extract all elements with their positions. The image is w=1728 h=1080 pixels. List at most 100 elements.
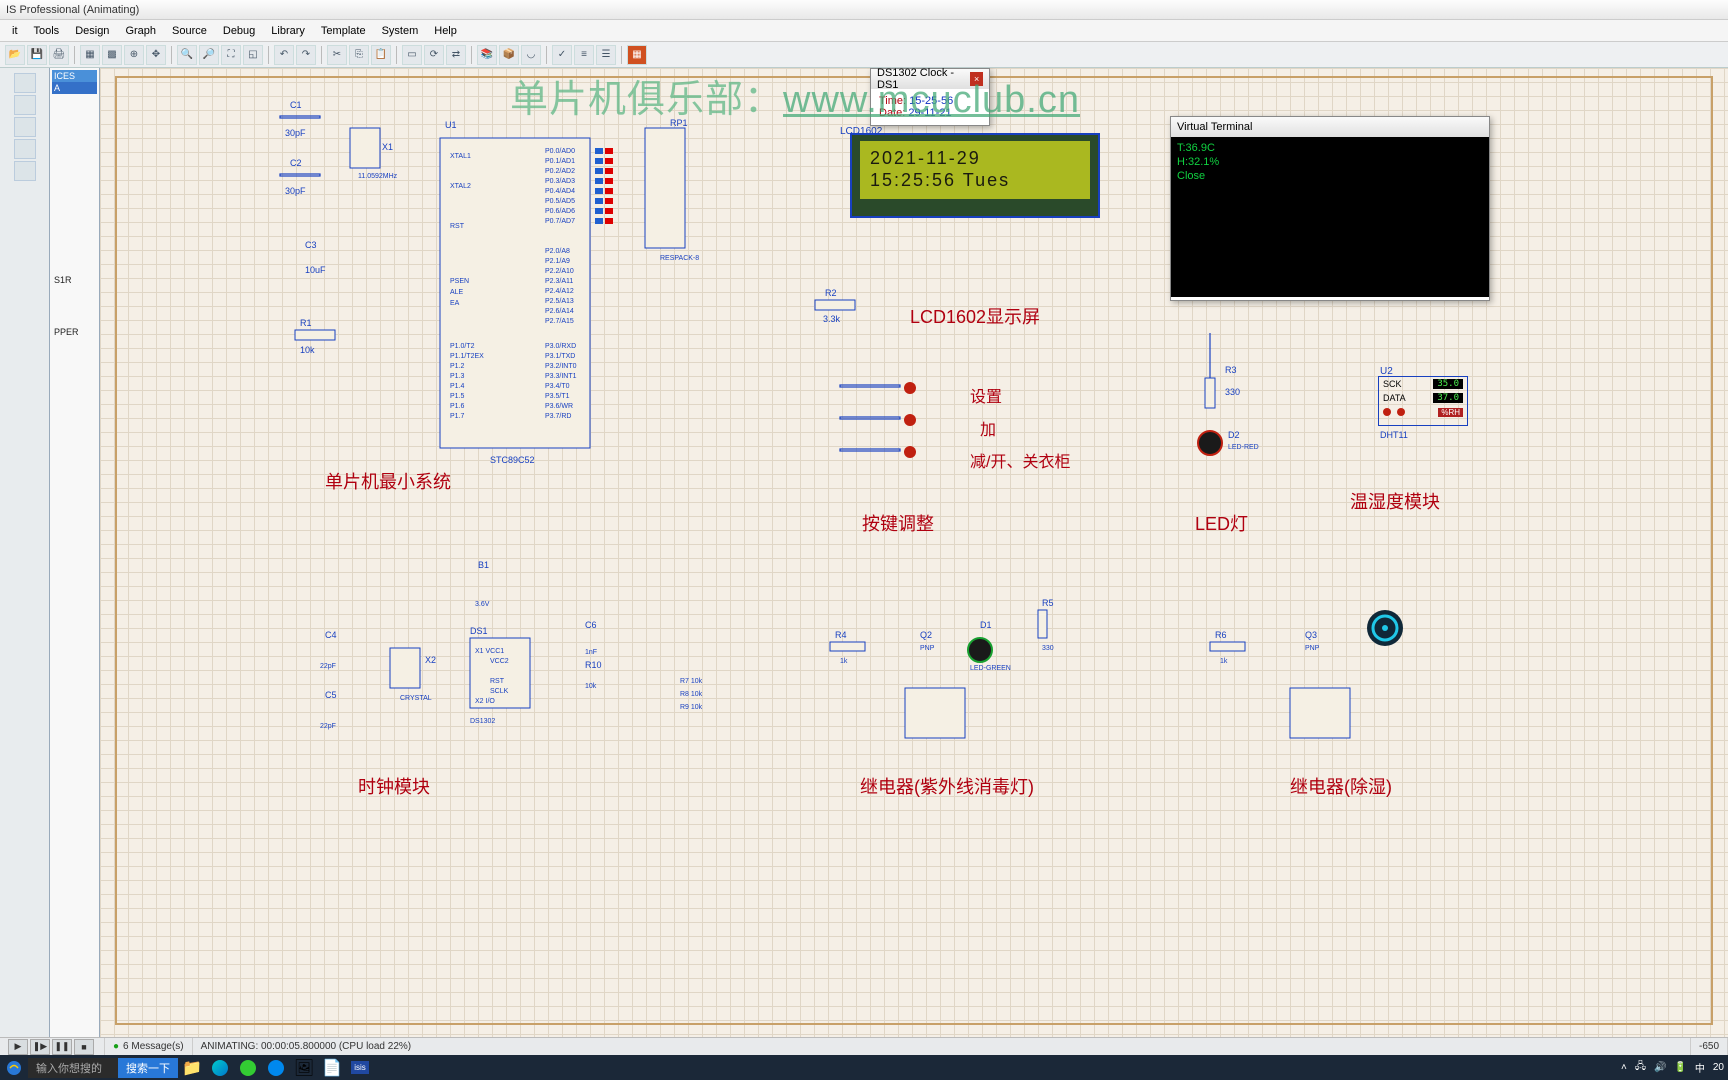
svg-text:DS1302: DS1302 [470,718,495,725]
svg-text:P3.3/INT1: P3.3/INT1 [545,373,577,380]
tray-vol-icon[interactable]: 🔊 [1654,1062,1666,1073]
tool-block-icon[interactable]: ▭ [402,45,422,65]
device-item[interactable]: S1R [52,274,97,286]
edge-icon[interactable] [206,1055,234,1080]
svg-text:1k: 1k [840,658,848,665]
app2-icon[interactable]: 🖼 [290,1055,318,1080]
tool-pan-icon[interactable]: ✥ [146,45,166,65]
menu-it[interactable]: it [4,25,26,37]
search-button[interactable]: 搜索一下 [118,1058,178,1078]
svg-text:1k: 1k [1220,658,1228,665]
tool-pcb-icon[interactable]: ▦ [627,45,647,65]
tool-pkg-icon[interactable]: 📦 [499,45,519,65]
lcd1602-component[interactable]: 2021-11-29 15:25:56 Tues [850,133,1100,218]
label-set: 设置 [970,383,1002,407]
status-messages[interactable]: ●6 Message(s) [105,1038,193,1055]
svg-text:30pF: 30pF [285,128,306,138]
svg-text:P0.1/AD1: P0.1/AD1 [545,158,575,165]
tool-bom-icon[interactable]: ☰ [596,45,616,65]
tool-mirror-icon[interactable]: ⇄ [446,45,466,65]
svg-text:330: 330 [1042,645,1054,652]
tool-gridfine-icon[interactable]: ▩ [102,45,122,65]
mode-junction[interactable] [14,117,36,137]
svg-text:3.3k: 3.3k [823,314,841,324]
menu-library[interactable]: Library [263,25,313,37]
tray-up-icon[interactable]: ˄ [1621,1062,1627,1073]
relay1-schematic: R4 1k Q2 PNP D1 LED-GREEN R5 330 [690,538,1090,778]
schematic-canvas[interactable]: 单片机俱乐部：www.mcuclub.cn C1 30pF C2 30pF X1… [100,68,1728,1040]
svg-text:P0.0/AD0: P0.0/AD0 [545,148,575,155]
tool-zoomsel-icon[interactable]: ◱ [243,45,263,65]
lcd-line2: 15:25:56 Tues [870,169,1080,191]
explorer-icon[interactable]: 📁 [178,1055,206,1080]
isis-icon[interactable]: isis [346,1055,374,1080]
svg-text:P2.5/A13: P2.5/A13 [545,298,574,305]
tool-lib-icon[interactable]: 📚 [477,45,497,65]
mode-bus[interactable] [14,161,36,181]
close-icon[interactable]: × [970,72,983,86]
tool-cut-icon[interactable]: ✂ [327,45,347,65]
mode-wirelabel[interactable] [14,139,36,159]
ie-icon[interactable] [6,1060,22,1076]
pause-button[interactable]: ❚❚ [52,1039,72,1055]
tool-print-icon[interactable]: 🖨 [49,45,69,65]
svg-text:P3.7/RD: P3.7/RD [545,413,571,420]
device-item[interactable]: PPER [52,326,97,338]
label-add: 加 [980,416,996,440]
mode-selection[interactable] [14,73,36,93]
tool-grid-icon[interactable]: ▦ [80,45,100,65]
tool-zoomfit-icon[interactable]: ⛶ [221,45,241,65]
taskbar-search[interactable]: 输入你想搜的 [28,1058,118,1078]
ds1302-clock-window[interactable]: DS1302 Clock - DS1 × Time: 15-25-56 Date… [870,68,990,126]
tool-paste-icon[interactable]: 📋 [371,45,391,65]
tool-open-icon[interactable]: 📂 [5,45,25,65]
svg-text:P2.0/A8: P2.0/A8 [545,248,570,255]
menu-tools[interactable]: Tools [26,25,68,37]
tool-rotate-icon[interactable]: ⟳ [424,45,444,65]
app3-icon[interactable]: 📄 [318,1055,346,1080]
svg-text:P2.1/A9: P2.1/A9 [545,258,570,265]
tool-save-icon[interactable]: 💾 [27,45,47,65]
tray-time: 20 [1713,1062,1724,1073]
svg-text:P1.5: P1.5 [450,393,465,400]
device-item-selected[interactable]: A [52,82,97,94]
virtual-terminal-window[interactable]: Virtual Terminal T:36.9C H:32.1% Close [1170,116,1490,301]
tray-battery-icon[interactable]: 🔋 [1674,1062,1686,1073]
tool-redo-icon[interactable]: ↷ [296,45,316,65]
tool-arc-icon[interactable]: ◡ [521,45,541,65]
svg-text:P0.4/AD4: P0.4/AD4 [545,188,575,195]
device-header: ICES [52,70,97,82]
app1-icon[interactable] [262,1055,290,1080]
vterm-title: Virtual Terminal [1177,121,1252,133]
tray-net-icon[interactable]: 🖧 [1635,1059,1646,1076]
svg-text:PNP: PNP [920,645,935,652]
menu-debug[interactable]: Debug [215,25,263,37]
tray-ime[interactable]: 中 [1695,1060,1705,1075]
menu-system[interactable]: System [374,25,427,37]
svg-text:P1.6: P1.6 [450,403,465,410]
menu-source[interactable]: Source [164,25,215,37]
stop-button[interactable]: ■ [74,1039,94,1055]
svg-text:R2: R2 [825,288,837,298]
tool-copy-icon[interactable]: ⎘ [349,45,369,65]
menu-graph[interactable]: Graph [117,25,164,37]
svg-text:P1.2: P1.2 [450,363,465,370]
step-button[interactable]: ❚▶ [30,1039,50,1055]
tool-undo-icon[interactable]: ↶ [274,45,294,65]
play-button[interactable]: ▶ [8,1039,28,1055]
label-relay1: 继电器(紫外线消毒灯) [860,773,1034,799]
menu-help[interactable]: Help [426,25,465,37]
tool-origin-icon[interactable]: ⊕ [124,45,144,65]
tool-erc-icon[interactable]: ✓ [552,45,572,65]
dht11-component[interactable]: SCK35.0 DATA37.0 %RH [1378,376,1468,426]
tool-net-icon[interactable]: ≡ [574,45,594,65]
svg-text:LED-RED: LED-RED [1228,444,1259,451]
app-title: IS Professional (Animating) [6,4,139,16]
tool-zoomin-icon[interactable]: 🔍 [177,45,197,65]
menu-template[interactable]: Template [313,25,374,37]
device-selector: ICES A S1R PPER [50,68,100,1040]
mode-component[interactable] [14,95,36,115]
menu-design[interactable]: Design [67,25,117,37]
browser-icon[interactable] [234,1055,262,1080]
tool-zoomout-icon[interactable]: 🔎 [199,45,219,65]
